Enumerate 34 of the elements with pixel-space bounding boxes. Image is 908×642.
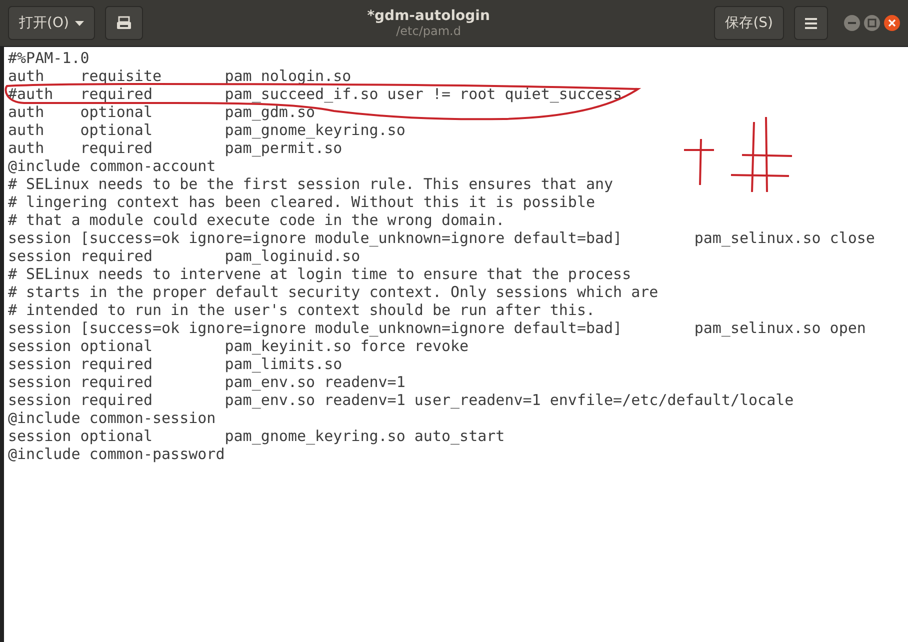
code-line: # intended to run in the user's context should be run after this. — [8, 301, 596, 319]
file-path: /etc/pam.d — [396, 24, 461, 38]
menu-icon — [805, 18, 817, 28]
menu-button[interactable] — [794, 6, 828, 40]
code-line: auth optional pam_gnome_keyring.so — [8, 121, 406, 139]
code-line: auth required pam_permit.so — [8, 139, 344, 157]
code-line: @include common-account — [8, 157, 217, 175]
code-line: #auth required pam_succeed_if.so user != root quiet_success — [8, 85, 624, 103]
code-line: auth requisite pam_nologin.so — [8, 67, 352, 85]
code-line: session [success=ok ignore=ignore module_unknown=ignore default=bad] pam_selinux.so close — [8, 229, 876, 247]
code-line: session [success=ok ignore=ignore module_unknown=ignore default=bad] pam_selinux.so open — [8, 319, 867, 337]
printer-icon — [116, 16, 132, 30]
save-button[interactable]: 保存(S) — [714, 6, 784, 40]
code-line: session optional pam_keyinit.so force revoke — [8, 337, 470, 355]
code-line: # lingering context has been cleared. Without this it is possible — [8, 193, 596, 211]
code-line: @include common-session — [8, 409, 217, 427]
window-title: *gdm-autologin — [367, 8, 490, 24]
code-line: session required pam_env.so readenv=1 — [8, 373, 406, 391]
code-line: # that a module could execute code in the wrong domain. — [8, 211, 506, 229]
printer-button[interactable] — [104, 6, 143, 40]
code-line: # starts in the proper default security context. Only sessions which are — [8, 283, 660, 301]
minimize-icon[interactable] — [844, 15, 860, 31]
open-button[interactable]: 打开(O) — [8, 6, 95, 40]
code-line: # SELinux needs to be the first session rule. This ensures that any — [8, 175, 614, 193]
caret-icon — [74, 20, 84, 26]
code-line: session optional pam_gnome_keyring.so auto_start — [8, 427, 506, 445]
code-line: session required pam_limits.so — [8, 355, 344, 373]
code-line: session required pam_env.so readenv=1 user_readenv=1 envfile=/etc/default/locale — [8, 391, 795, 409]
code-line: session required pam_loginuid.so — [8, 247, 362, 265]
code-line: #%PAM-1.0 — [8, 49, 90, 67]
code-line: # SELinux needs to intervene at login time to ensure that the process — [8, 265, 632, 283]
code-line: @include common-password — [8, 445, 226, 463]
close-icon[interactable] — [884, 15, 900, 31]
code-line: auth optional pam_gdm.so — [8, 103, 316, 121]
